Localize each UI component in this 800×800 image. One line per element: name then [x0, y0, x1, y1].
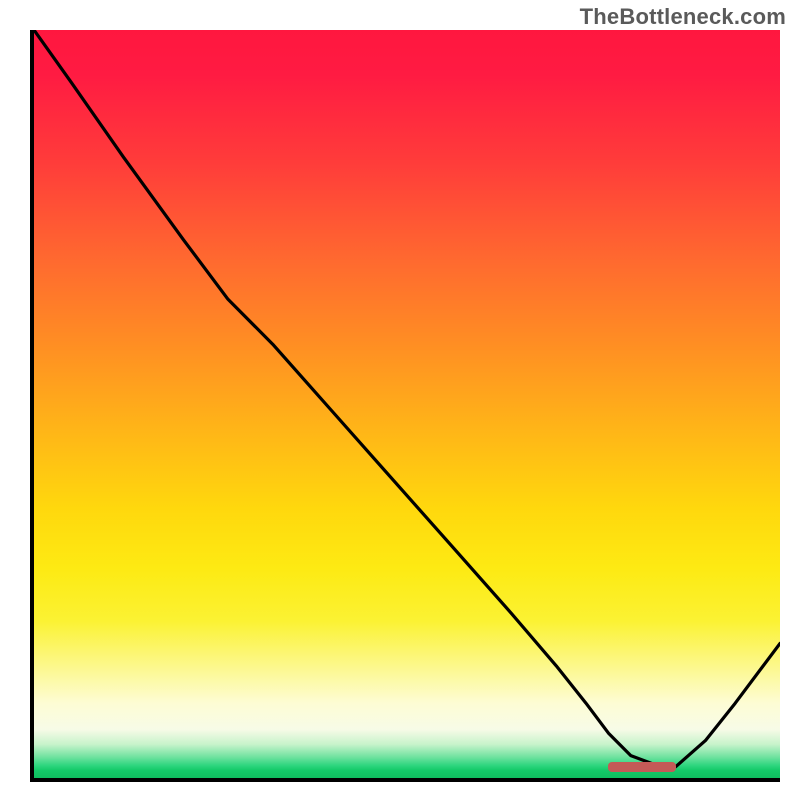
curve-svg — [34, 30, 780, 778]
watermark-text: TheBottleneck.com — [580, 4, 786, 30]
plot-area — [30, 30, 780, 782]
optimum-marker — [608, 762, 675, 772]
bottleneck-curve — [34, 30, 780, 767]
chart-container: TheBottleneck.com — [0, 0, 800, 800]
